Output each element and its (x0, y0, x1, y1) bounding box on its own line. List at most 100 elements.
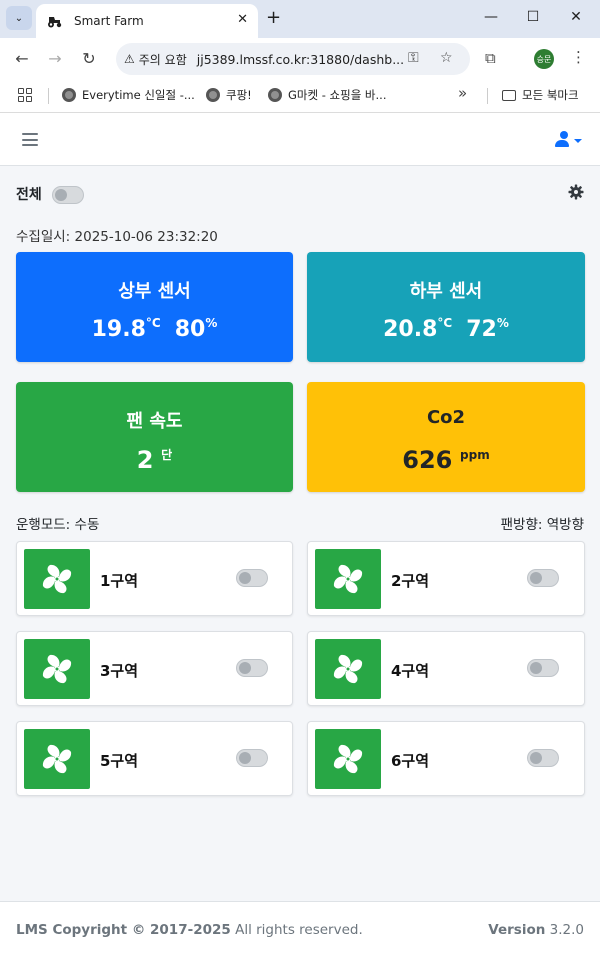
copyright-text: LMS Copyright © 2017-2025 (16, 922, 231, 938)
caret-down-icon (574, 138, 582, 143)
zone-card-6: 6구역 (307, 721, 585, 796)
tab-title: Smart Farm (74, 14, 144, 28)
temperature-value: 19.8 (91, 317, 146, 342)
zone-name: 6구역 (391, 752, 430, 770)
security-warning[interactable]: ⚠ 주의 요함 (124, 51, 187, 68)
zone-card-3: 3구역 (16, 631, 293, 706)
user-icon (555, 131, 569, 147)
co2-unit: ppm (460, 448, 490, 462)
menu-kebab-icon[interactable]: ⋮ (571, 48, 586, 66)
fan-speed-value: 2 (136, 446, 154, 474)
zone-card-4: 4구역 (307, 631, 585, 706)
address-bar[interactable]: ⚠ 주의 요함 jj5389.lmssf.co.kr:31880/dashb..… (116, 43, 470, 75)
version-number: 3.2.0 (549, 922, 584, 938)
fan-speed-card: 팬 속도 2 단 (16, 382, 293, 492)
card-title: 하부 센서 (409, 281, 483, 302)
security-label: 주의 요함 (138, 52, 187, 67)
card-title: Co2 (426, 407, 466, 428)
bookmark-label: G마켓 - 쇼핑을 바... (288, 88, 387, 102)
zone-toggle-switch[interactable] (527, 659, 559, 677)
url-text[interactable]: jj5389.lmssf.co.kr:31880/dashb... (197, 52, 404, 67)
humidity-value: 80 (174, 317, 206, 342)
operation-mode: 운행모드: 수동 (16, 517, 100, 533)
fan-icon (315, 729, 381, 789)
browser-tab[interactable]: Smart Farm ✕ (36, 4, 258, 38)
globe-icon (62, 88, 76, 102)
forward-icon[interactable]: → (45, 49, 65, 68)
tractor-icon (46, 13, 64, 29)
maximize-icon[interactable]: ☐ (523, 9, 543, 25)
fan-icon (24, 549, 90, 609)
key-icon[interactable]: ⚿ (408, 50, 419, 66)
globe-icon (206, 88, 220, 102)
card-values: 19.8°C 80% (16, 316, 293, 342)
copyright: LMS Copyright © 2017-2025 All rights res… (16, 922, 363, 938)
bookmark-all[interactable]: 모든 북마크 (502, 87, 579, 103)
temperature-unit: °C (145, 316, 161, 330)
version-label: Version (488, 922, 546, 938)
apps-grid-icon[interactable] (18, 88, 32, 102)
rights-text: All rights reserved. (235, 922, 363, 938)
bookmark-gmarket[interactable]: G마켓 - 쇼핑을 바... (268, 87, 386, 103)
bookmark-label: 쿠팡! (226, 88, 252, 102)
browser-tab-bar: ⌄ Smart Farm ✕ + — ☐ ✕ (0, 0, 600, 38)
bookmark-everytime[interactable]: Everytime 신일절 -... (62, 87, 195, 103)
extensions-icon[interactable]: ⧉ (485, 49, 496, 67)
divider (487, 88, 488, 104)
gear-icon[interactable] (568, 184, 584, 200)
card-title: 팬 속도 (126, 411, 183, 432)
card-values: 2 단 (16, 446, 293, 474)
upper-sensor-card: 상부 센서 19.8°C 80% (16, 252, 293, 362)
card-values: 20.8°C 72% (307, 316, 585, 342)
fan-icon (24, 729, 90, 789)
fan-speed-unit: 단 (161, 448, 173, 462)
reload-icon[interactable]: ↻ (79, 49, 99, 68)
co2-value: 626 (402, 446, 453, 474)
new-tab-button[interactable]: + (266, 7, 281, 28)
zone-name: 3구역 (100, 662, 139, 680)
window-close-icon[interactable]: ✕ (566, 9, 586, 25)
zone-card-1: 1구역 (16, 541, 293, 616)
co2-card: Co2 626 ppm (307, 382, 585, 492)
card-title: 상부 센서 (118, 281, 191, 302)
warning-icon: ⚠ (124, 52, 135, 66)
fan-direction: 팬방향: 역방향 (500, 517, 584, 533)
all-toggle-label: 전체 (16, 187, 42, 203)
temperature-unit: °C (437, 316, 453, 330)
back-icon[interactable]: ← (12, 49, 32, 68)
all-toggle-switch[interactable] (52, 186, 84, 204)
bookmark-coupang[interactable]: 쿠팡! (206, 87, 252, 103)
version: Version 3.2.0 (488, 922, 584, 938)
temperature-value: 20.8 (383, 317, 438, 342)
globe-icon (268, 88, 282, 102)
minimize-icon[interactable]: — (481, 9, 501, 25)
zone-toggle-switch[interactable] (236, 569, 268, 587)
humidity-unit: % (496, 316, 509, 330)
fan-icon (315, 639, 381, 699)
zone-card-2: 2구역 (307, 541, 585, 616)
chevron-more-icon[interactable]: » (458, 84, 467, 102)
zone-card-5: 5구역 (16, 721, 293, 796)
profile-avatar[interactable]: 승문 (534, 49, 554, 69)
hamburger-icon[interactable] (22, 133, 38, 146)
zone-toggle-switch[interactable] (527, 749, 559, 767)
humidity-unit: % (205, 316, 218, 330)
card-values: 626 ppm (307, 446, 585, 474)
star-icon[interactable]: ☆ (440, 50, 453, 66)
zone-toggle-switch[interactable] (236, 749, 268, 767)
humidity-value: 72 (466, 317, 497, 342)
zone-name: 5구역 (100, 752, 139, 770)
zone-name: 2구역 (391, 572, 430, 590)
fan-icon (24, 639, 90, 699)
lower-sensor-card: 하부 센서 20.8°C 72% (307, 252, 585, 362)
footer: LMS Copyright © 2017-2025 All rights res… (0, 901, 600, 956)
user-menu[interactable] (555, 131, 582, 147)
zone-toggle-switch[interactable] (527, 569, 559, 587)
tab-search-button[interactable]: ⌄ (6, 6, 32, 30)
browser-toolbar: ← → ↻ ⚠ 주의 요함 jj5389.lmssf.co.kr:31880/d… (0, 38, 600, 81)
zone-toggle-switch[interactable] (236, 659, 268, 677)
bookmark-label: Everytime 신일절 -... (82, 88, 195, 102)
close-icon[interactable]: ✕ (237, 12, 248, 27)
bookmark-label: 모든 북마크 (522, 88, 579, 102)
zone-name: 4구역 (391, 662, 430, 680)
